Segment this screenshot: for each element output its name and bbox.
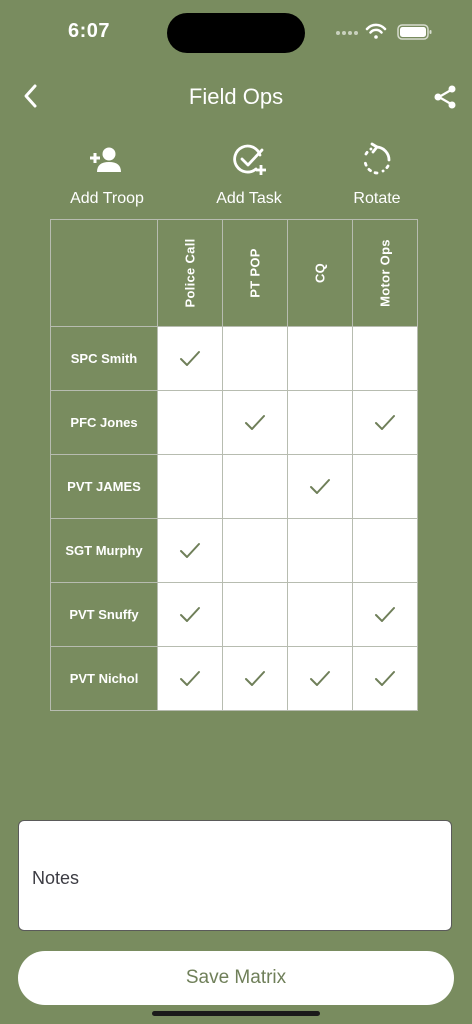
- matrix-corner: [50, 219, 158, 327]
- add-troop-button[interactable]: Add Troop: [47, 140, 167, 208]
- checkmark-icon: [180, 542, 200, 558]
- matrix-cell[interactable]: [157, 518, 223, 583]
- table-row: SGT Murphy: [50, 518, 418, 583]
- add-troop-label: Add Troop: [70, 190, 144, 207]
- column-header: Motor Ops: [352, 219, 418, 327]
- rotate-icon: [363, 142, 391, 175]
- notes-placeholder: Notes: [32, 868, 80, 888]
- column-header-label: Motor Ops: [377, 239, 393, 307]
- page-title: Field Ops: [188, 84, 284, 109]
- dynamic-island: [167, 13, 305, 53]
- row-header-name: PFC Jones: [50, 390, 158, 455]
- column-header-label: PT POP: [247, 248, 263, 298]
- matrix-cell[interactable]: [157, 326, 223, 391]
- status-icons: [336, 23, 432, 40]
- rotate-label: Rotate: [353, 190, 401, 207]
- table-row: PFC Jones: [50, 390, 418, 455]
- matrix-cell[interactable]: [352, 646, 418, 711]
- checkmark-icon: [245, 670, 265, 686]
- matrix-cell[interactable]: [287, 326, 353, 391]
- row-header-name: PVT Nichol: [50, 646, 158, 711]
- matrix-cell[interactable]: [222, 390, 288, 455]
- checkmark-icon: [180, 350, 200, 366]
- matrix-cell[interactable]: [352, 518, 418, 583]
- matrix-cell[interactable]: [222, 326, 288, 391]
- matrix-cell[interactable]: [157, 390, 223, 455]
- matrix-cell[interactable]: [222, 454, 288, 519]
- table-row: PVT Nichol: [50, 646, 418, 711]
- column-header: CQ: [287, 219, 353, 327]
- assignment-matrix: Police Call PT POP CQ Motor Ops SPC Smit…: [50, 219, 418, 711]
- checkmark-icon: [375, 670, 395, 686]
- matrix-cell[interactable]: [287, 454, 353, 519]
- check-plus-icon: [233, 144, 266, 175]
- matrix-cell[interactable]: [222, 582, 288, 647]
- matrix-cell[interactable]: [157, 582, 223, 647]
- status-time: 6:07: [68, 20, 111, 42]
- share-icon[interactable]: [432, 84, 458, 110]
- checkmark-icon: [180, 606, 200, 622]
- matrix-cell[interactable]: [287, 390, 353, 455]
- table-row: PVT Snuffy: [50, 582, 418, 647]
- navigation-bar: Field Ops: [0, 72, 472, 122]
- row-header-name: SGT Murphy: [50, 518, 158, 583]
- home-indicator: [152, 1011, 320, 1016]
- status-bar: 6:07: [0, 0, 472, 60]
- table-row: SPC Smith: [50, 326, 418, 391]
- table-row: PVT JAMES: [50, 454, 418, 519]
- wifi-icon: [365, 23, 387, 39]
- checkmark-icon: [180, 670, 200, 686]
- checkmark-icon: [310, 670, 330, 686]
- rotate-button[interactable]: Rotate: [317, 140, 437, 208]
- column-header: PT POP: [222, 219, 288, 327]
- notes-field[interactable]: Notes: [18, 820, 452, 931]
- matrix-cell[interactable]: [287, 646, 353, 711]
- matrix-cell[interactable]: [222, 518, 288, 583]
- matrix-cell[interactable]: [352, 582, 418, 647]
- column-header-label: CQ: [312, 262, 328, 284]
- checkmark-icon: [310, 478, 330, 494]
- matrix-cell[interactable]: [352, 454, 418, 519]
- battery-icon: [397, 24, 432, 40]
- row-header-name: SPC Smith: [50, 326, 158, 391]
- column-header: Police Call: [157, 219, 223, 327]
- matrix-cell[interactable]: [352, 390, 418, 455]
- matrix-cell[interactable]: [222, 646, 288, 711]
- cellular-icon: [336, 31, 358, 35]
- action-toolbar: Add Troop Add Task Rotate: [0, 140, 472, 215]
- add-task-button[interactable]: Add Task: [189, 140, 309, 208]
- matrix-cell[interactable]: [157, 454, 223, 519]
- checkmark-icon: [245, 414, 265, 430]
- matrix-header-row: Police Call PT POP CQ Motor Ops: [50, 219, 418, 327]
- matrix-cell[interactable]: [352, 326, 418, 391]
- add-task-label: Add Task: [216, 190, 282, 207]
- matrix-cell[interactable]: [287, 582, 353, 647]
- matrix-cell[interactable]: [157, 646, 223, 711]
- row-header-name: PVT JAMES: [50, 454, 158, 519]
- matrix-cell[interactable]: [287, 518, 353, 583]
- save-matrix-button[interactable]: Save Matrix: [18, 951, 454, 1005]
- person-add-icon: [90, 147, 121, 172]
- checkmark-icon: [375, 414, 395, 430]
- checkmark-icon: [375, 606, 395, 622]
- row-header-name: PVT Snuffy: [50, 582, 158, 647]
- column-header-label: Police Call: [182, 238, 198, 308]
